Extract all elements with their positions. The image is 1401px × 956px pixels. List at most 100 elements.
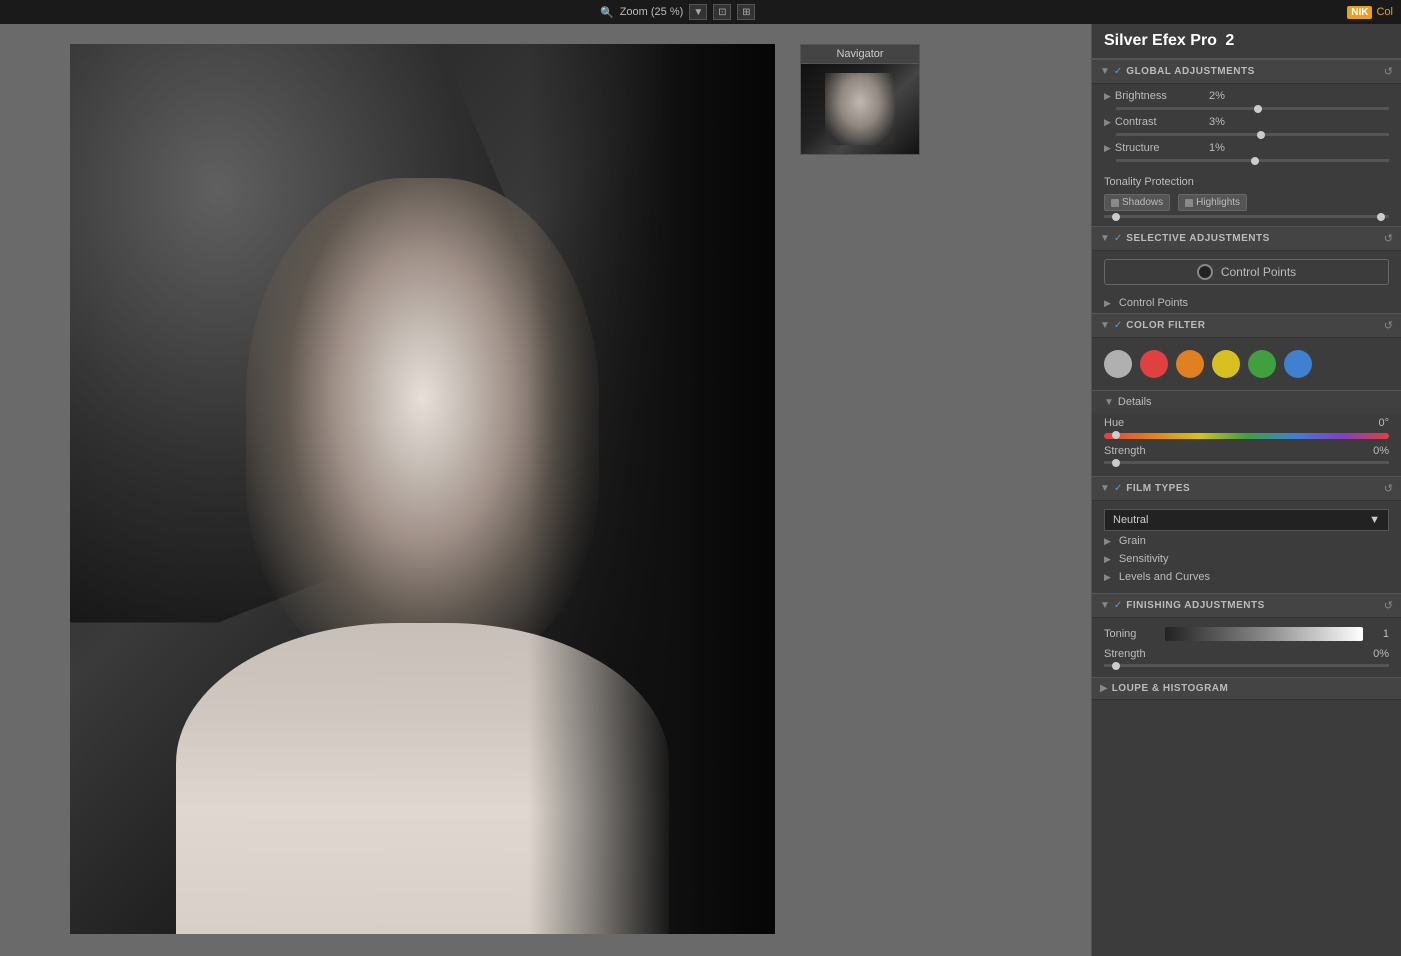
cf-strength-row: Strength 0% — [1104, 445, 1389, 457]
control-points-button[interactable]: Control Points — [1104, 259, 1389, 285]
canvas-area: Navigator — [0, 24, 1091, 956]
tonality-slider[interactable] — [1104, 215, 1389, 218]
selective-adj-check: ✓ — [1114, 233, 1122, 244]
finishing-adj-header[interactable]: ▼ ✓ FINISHING ADJUSTMENTS ↺ — [1092, 593, 1401, 618]
swatch-neutral[interactable] — [1104, 350, 1132, 378]
film-select-arrow: ▼ — [1369, 514, 1380, 526]
sensitivity-chevron: ▶ — [1104, 554, 1111, 565]
cf-strength-label: Strength — [1104, 445, 1184, 457]
shadows-label: Shadows — [1122, 197, 1163, 208]
levels-curves-chevron: ▶ — [1104, 572, 1111, 583]
structure-slider-row — [1104, 155, 1389, 166]
color-filter-reset[interactable]: ↺ — [1384, 319, 1393, 332]
brightness-header[interactable]: ▶ Brightness 2% — [1104, 88, 1389, 103]
loupe-title: LOUPE & HISTOGRAM — [1112, 683, 1393, 694]
zoom-fullscreen[interactable]: ⊞ — [737, 4, 755, 20]
main-layout: Navigator Silver Efex Pro 2 ▼ ✓ GLOBAL A… — [0, 24, 1401, 956]
selective-adj-content: Control Points — [1092, 251, 1401, 293]
hue-slider[interactable] — [1104, 433, 1389, 439]
structure-slider[interactable] — [1116, 159, 1389, 162]
hue-label: Hue — [1104, 417, 1184, 429]
selective-adj-header[interactable]: ▼ ✓ SELECTIVE ADJUSTMENTS ↺ — [1092, 226, 1401, 251]
app-title: Silver Efex Pro 2 — [1092, 24, 1401, 59]
global-adj-reset[interactable]: ↺ — [1384, 65, 1393, 78]
brightness-slider[interactable] — [1116, 107, 1389, 110]
zoom-label: Zoom (25 %) — [620, 6, 684, 18]
details-header[interactable]: ▼ Details — [1092, 390, 1401, 413]
cp-expand-label: Control Points — [1119, 297, 1188, 309]
film-types-header[interactable]: ▼ ✓ FILM TYPES ↺ — [1092, 476, 1401, 501]
tonality-title: Tonality Protection — [1104, 176, 1389, 188]
brightness-thumb — [1254, 105, 1262, 113]
fin-strength-value: 0% — [1359, 648, 1389, 660]
app-title-prefix: Silver Efex Pro — [1104, 32, 1217, 49]
zoom-fit[interactable]: ⊡ — [713, 4, 731, 20]
col-label: Col — [1376, 6, 1393, 18]
contrast-thumb — [1257, 131, 1265, 139]
film-types-chevron: ▼ — [1100, 483, 1110, 494]
finishing-adj-chevron: ▼ — [1100, 600, 1110, 611]
zoom-dropdown[interactable]: ▼ — [689, 4, 707, 20]
cf-strength-slider[interactable] — [1104, 461, 1389, 464]
levels-curves-label: Levels and Curves — [1119, 571, 1210, 583]
control-points-row: ▶ Control Points — [1092, 293, 1401, 313]
color-filter-content — [1092, 338, 1401, 390]
details-title: Details — [1118, 396, 1389, 408]
structure-chevron: ▶ — [1104, 143, 1111, 154]
tonality-row: Shadows Highlights — [1104, 194, 1389, 211]
structure-thumb — [1251, 157, 1259, 165]
contrast-slider[interactable] — [1116, 133, 1389, 136]
film-types-content: Neutral ▼ ▶ Grain ▶ Sensitivity ▶ Levels… — [1092, 501, 1401, 593]
brightness-slider-row — [1104, 103, 1389, 114]
hue-thumb — [1112, 431, 1120, 439]
swatch-red[interactable] — [1140, 350, 1168, 378]
fin-strength-slider[interactable] — [1104, 664, 1389, 667]
hue-row: Hue 0° — [1104, 417, 1389, 429]
levels-curves-row[interactable]: ▶ Levels and Curves — [1104, 567, 1389, 585]
top-bar-right: NIK Col — [1347, 6, 1393, 19]
fin-strength-label: Strength — [1104, 648, 1184, 660]
selective-adj-title: SELECTIVE ADJUSTMENTS — [1126, 233, 1379, 244]
navigator-thumb — [801, 64, 919, 154]
global-adjustments-header[interactable]: ▼ ✓ GLOBAL ADJUSTMENTS ↺ — [1092, 59, 1401, 84]
swatch-blue[interactable] — [1284, 350, 1312, 378]
selective-adj-chevron: ▼ — [1100, 233, 1110, 244]
loupe-histogram-header[interactable]: ▶ LOUPE & HISTOGRAM — [1092, 677, 1401, 700]
color-filter-title: COLOR FILTER — [1126, 320, 1379, 331]
brightness-value: 2% — [1195, 90, 1225, 102]
color-swatches — [1104, 346, 1389, 382]
finishing-adj-check: ✓ — [1114, 600, 1122, 611]
tonality-thumb-right — [1377, 213, 1385, 221]
navigator-title: Navigator — [801, 45, 919, 64]
swatch-green[interactable] — [1248, 350, 1276, 378]
color-filter-check: ✓ — [1114, 320, 1122, 331]
highlights-btn[interactable]: Highlights — [1178, 194, 1247, 211]
swatch-yellow[interactable] — [1212, 350, 1240, 378]
details-content: Hue 0° Strength 0% — [1092, 413, 1401, 476]
sensitivity-row[interactable]: ▶ Sensitivity — [1104, 549, 1389, 567]
color-filter-header[interactable]: ▼ ✓ COLOR FILTER ↺ — [1092, 313, 1401, 338]
finishing-adj-reset[interactable]: ↺ — [1384, 599, 1393, 612]
film-select[interactable]: Neutral ▼ — [1104, 509, 1389, 531]
cf-strength-value: 0% — [1359, 445, 1389, 457]
grain-label: Grain — [1119, 535, 1146, 547]
structure-header[interactable]: ▶ Structure 1% — [1104, 140, 1389, 155]
shadows-btn[interactable]: Shadows — [1104, 194, 1170, 211]
control-points-expand[interactable]: ▶ Control Points — [1104, 297, 1389, 309]
global-adj-content: ▶ Brightness 2% ▶ Contrast 3% — [1092, 84, 1401, 170]
fin-strength-thumb — [1112, 662, 1120, 670]
grain-row[interactable]: ▶ Grain — [1104, 531, 1389, 549]
zoom-indicator: 🔍 Zoom (25 %) ▼ ⊡ ⊞ — [600, 4, 755, 20]
selective-adj-reset[interactable]: ↺ — [1384, 232, 1393, 245]
grain-chevron: ▶ — [1104, 536, 1111, 547]
top-bar: 🔍 Zoom (25 %) ▼ ⊡ ⊞ NIK Col — [0, 0, 1401, 24]
color-filter-chevron: ▼ — [1100, 320, 1110, 331]
global-adj-check: ✓ — [1114, 66, 1122, 77]
fin-strength-header: Strength 0% — [1104, 648, 1389, 660]
swatch-orange[interactable] — [1176, 350, 1204, 378]
toning-row: Toning 1 — [1104, 624, 1389, 644]
portrait-dark-right — [528, 44, 775, 934]
contrast-header[interactable]: ▶ Contrast 3% — [1104, 114, 1389, 129]
finishing-adj-title: FINISHING ADJUSTMENTS — [1126, 600, 1379, 611]
film-types-reset[interactable]: ↺ — [1384, 482, 1393, 495]
